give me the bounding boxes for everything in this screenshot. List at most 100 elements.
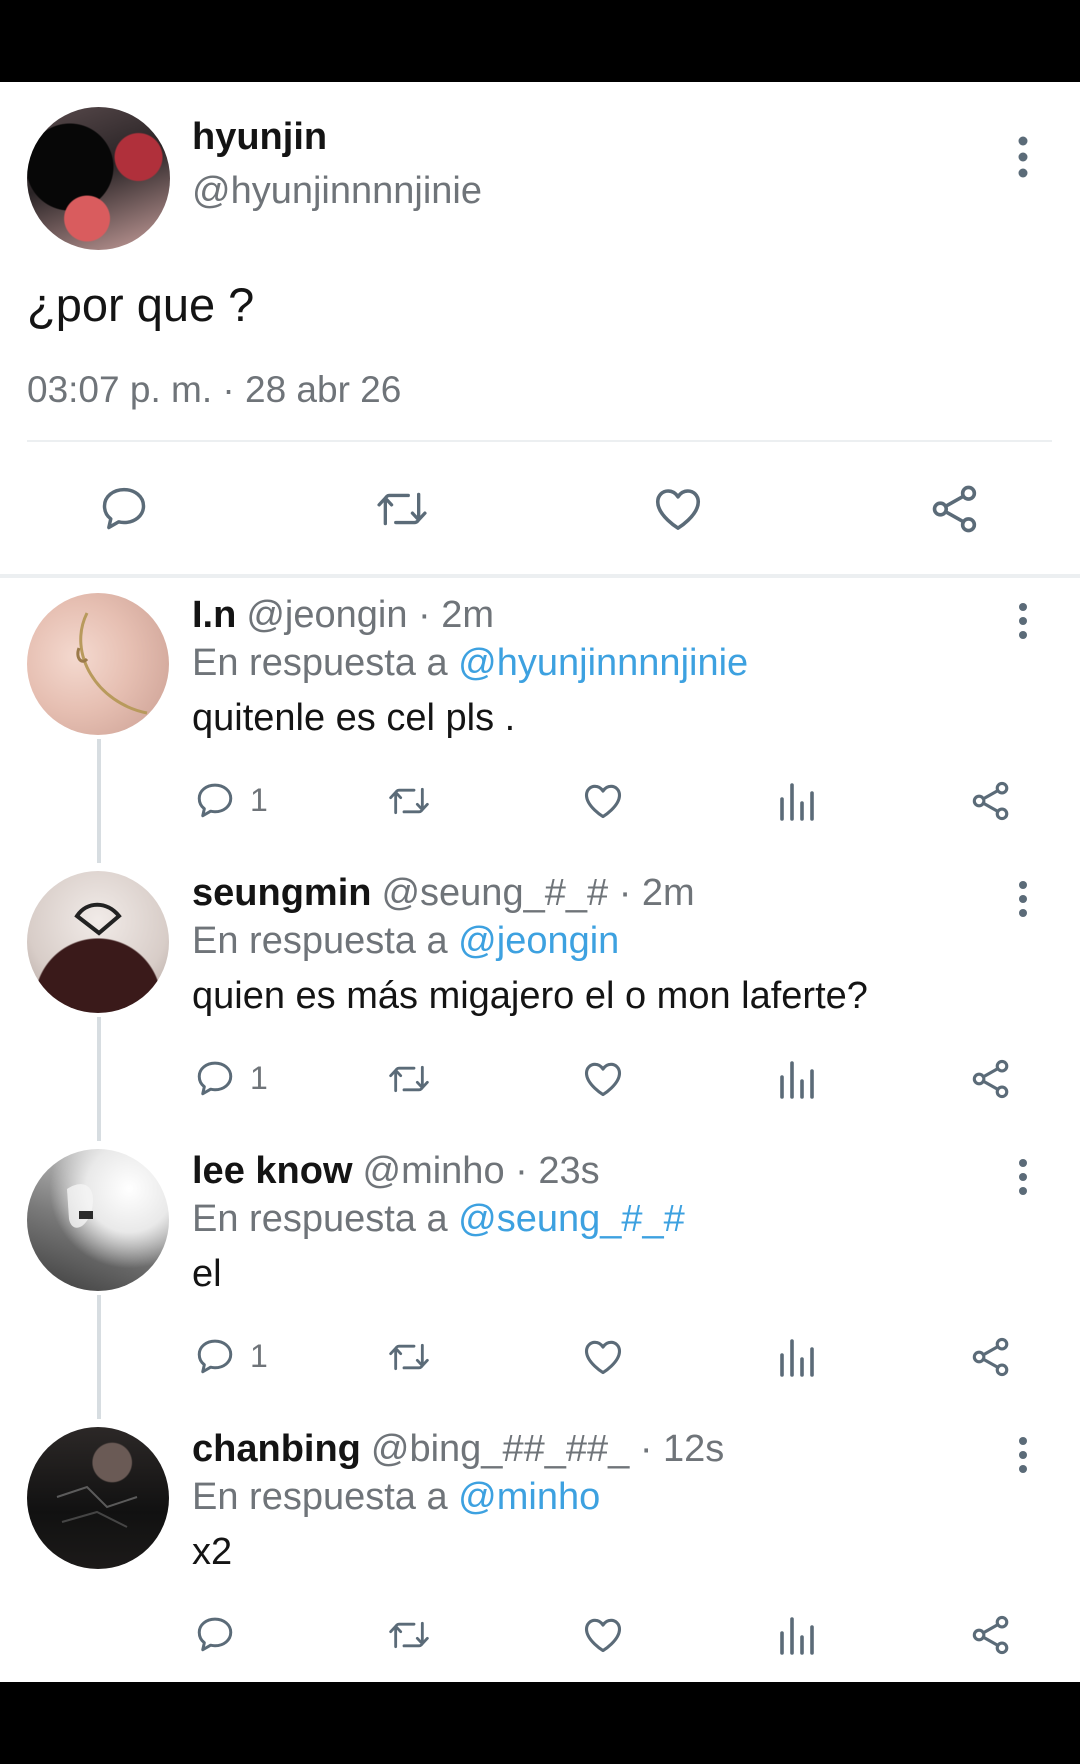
like-button[interactable] bbox=[581, 1057, 625, 1101]
reply-button[interactable]: 1 bbox=[194, 1335, 268, 1377]
avatar-detail bbox=[56, 1485, 138, 1528]
more-options-icon[interactable] bbox=[1010, 1157, 1036, 1197]
author-name[interactable]: chanbing bbox=[192, 1428, 361, 1470]
avatar[interactable] bbox=[27, 871, 169, 1013]
retweet-icon bbox=[389, 1343, 429, 1371]
share-button[interactable] bbox=[928, 482, 982, 536]
reply-text: x2 bbox=[192, 1531, 233, 1573]
share-icon bbox=[932, 485, 977, 533]
author-handle[interactable]: @jeongin bbox=[246, 594, 407, 636]
avatar[interactable] bbox=[27, 1427, 169, 1569]
reply-count: 1 bbox=[250, 1059, 268, 1096]
author-name[interactable]: lee know bbox=[192, 1150, 353, 1192]
reply-to-mention[interactable]: @hyunjinnnnjinie bbox=[458, 642, 748, 684]
share-icon bbox=[972, 1059, 1009, 1099]
share-icon bbox=[972, 1615, 1009, 1655]
like-button[interactable] bbox=[581, 1335, 625, 1379]
reply-count: 1 bbox=[250, 1337, 268, 1374]
reply-icon bbox=[197, 1061, 233, 1096]
heart-icon bbox=[584, 1618, 622, 1653]
retweet-icon bbox=[389, 1621, 429, 1649]
retweet-icon bbox=[377, 492, 427, 526]
reply-button[interactable]: 1 bbox=[194, 779, 268, 821]
divider bbox=[27, 440, 1052, 442]
heart-icon bbox=[584, 784, 622, 819]
heart-icon bbox=[655, 489, 701, 530]
reply-text: el bbox=[192, 1253, 222, 1295]
retweet-button[interactable] bbox=[385, 781, 433, 821]
reply-to-mention[interactable]: @jeongin bbox=[458, 920, 619, 962]
more-options-icon[interactable] bbox=[1010, 1435, 1036, 1475]
share-icon bbox=[972, 781, 1009, 821]
reply-context: En respuesta a @seung_#_# bbox=[192, 1198, 685, 1241]
like-button[interactable] bbox=[581, 1613, 625, 1657]
author-name[interactable]: hyunjin bbox=[192, 116, 327, 159]
reply-icon bbox=[197, 1339, 233, 1374]
retweet-button[interactable] bbox=[385, 1059, 433, 1099]
tweet-thread-screen: hyunjin @hyunjinnnnjinie ¿por que ? 03:0… bbox=[0, 82, 1080, 1682]
reply-prefix: En respuesta a bbox=[192, 1476, 448, 1518]
reply-button[interactable] bbox=[98, 482, 150, 534]
share-button[interactable] bbox=[969, 779, 1013, 823]
thread-line bbox=[97, 1017, 101, 1141]
share-button[interactable] bbox=[969, 1335, 1013, 1379]
reply-button[interactable]: 1 bbox=[194, 1057, 268, 1099]
retweet-button[interactable] bbox=[385, 1615, 433, 1655]
like-button[interactable] bbox=[651, 482, 705, 536]
reply-to-mention[interactable]: @seung_#_# bbox=[458, 1198, 685, 1240]
avatar[interactable] bbox=[27, 107, 170, 250]
share-icon bbox=[972, 1337, 1009, 1377]
reply-text: quien es más migajero el o mon laferte? bbox=[192, 975, 868, 1017]
avatar[interactable] bbox=[27, 593, 169, 735]
reply-header: chanbing @bing_##_##_ · 12s bbox=[192, 1428, 724, 1471]
reply-icon bbox=[197, 1617, 233, 1652]
bottom-black-bar bbox=[0, 1682, 1080, 1764]
like-button[interactable] bbox=[581, 779, 625, 823]
author-handle[interactable]: @bing_##_##_ bbox=[371, 1428, 629, 1470]
share-button[interactable] bbox=[969, 1057, 1013, 1101]
reply-prefix: En respuesta a bbox=[192, 1198, 448, 1240]
reply-header: I.n @jeongin · 2m bbox=[192, 594, 494, 637]
main-tweet: hyunjin @hyunjinnnnjinie ¿por que ? 03:0… bbox=[0, 82, 1080, 574]
reply-tweet[interactable]: I.n @jeongin · 2m En respuesta a @hyunjin… bbox=[0, 579, 1080, 863]
author-handle[interactable]: @seung_#_# bbox=[381, 872, 608, 914]
analytics-button[interactable] bbox=[776, 1613, 816, 1657]
retweet-button[interactable] bbox=[385, 1337, 433, 1377]
reply-prefix: En respuesta a bbox=[192, 642, 448, 684]
reply-button[interactable] bbox=[194, 1613, 250, 1655]
reply-context: En respuesta a @jeongin bbox=[192, 920, 619, 963]
more-options-icon[interactable] bbox=[1010, 601, 1036, 641]
tweet-timestamp: 03:07 p. m. · 28 abr 26 bbox=[27, 369, 402, 410]
analytics-icon bbox=[780, 1339, 814, 1377]
thread-line bbox=[97, 1295, 101, 1419]
share-button[interactable] bbox=[969, 1613, 1013, 1657]
reply-time: · 12s bbox=[639, 1428, 725, 1470]
reply-icon bbox=[102, 487, 146, 530]
reply-time: · 23s bbox=[515, 1150, 600, 1192]
reply-tweet[interactable]: seungmin @seung_#_# · 2m En respuesta a @… bbox=[0, 857, 1080, 1141]
thread-line bbox=[97, 739, 101, 863]
reply-prefix: En respuesta a bbox=[192, 920, 448, 962]
avatar-detail bbox=[67, 1184, 93, 1228]
reply-to-mention[interactable]: @minho bbox=[458, 1476, 600, 1518]
author-handle[interactable]: @minho bbox=[363, 1150, 505, 1192]
author-name[interactable]: seungmin bbox=[192, 872, 371, 914]
reply-icon bbox=[197, 783, 233, 818]
reply-tweet[interactable]: chanbing @bing_##_##_ · 12s En respuesta … bbox=[0, 1413, 1080, 1682]
author-name[interactable]: I.n bbox=[192, 594, 236, 636]
analytics-button[interactable] bbox=[776, 1057, 816, 1101]
avatar-detail bbox=[76, 612, 148, 715]
section-divider bbox=[0, 574, 1080, 578]
analytics-button[interactable] bbox=[776, 779, 816, 823]
avatar[interactable] bbox=[27, 1149, 169, 1291]
heart-icon bbox=[584, 1062, 622, 1097]
retweet-button[interactable] bbox=[372, 484, 432, 534]
reply-tweet[interactable]: lee know @minho · 23s En respuesta a @seu… bbox=[0, 1135, 1080, 1419]
author-handle[interactable]: @hyunjinnnnjinie bbox=[192, 170, 482, 213]
reply-time: · 2m bbox=[618, 872, 695, 914]
heart-icon bbox=[584, 1340, 622, 1375]
more-options-icon[interactable] bbox=[1010, 132, 1036, 182]
more-options-icon[interactable] bbox=[1010, 879, 1036, 919]
analytics-button[interactable] bbox=[776, 1335, 816, 1379]
reply-time: · 2m bbox=[418, 594, 495, 636]
